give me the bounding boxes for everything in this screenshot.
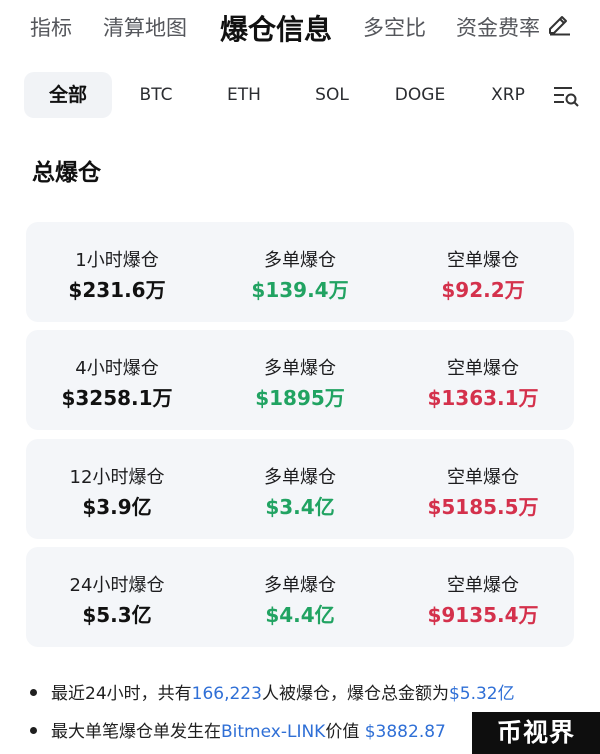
summary-line-24h: 最近24小时，共有166,223人被爆仓，爆仓总金额为$5.32亿 [30, 679, 515, 704]
short-value: $92.2万 [441, 278, 525, 302]
short-label: 空单爆仓 [447, 250, 519, 271]
long-label: 多单爆仓 [264, 467, 336, 488]
short-value: $5185.5万 [427, 495, 539, 519]
largest-value: $3882.87 [364, 722, 446, 742]
coin-tab-eth[interactable]: ETH [212, 72, 276, 118]
short-label: 空单爆仓 [447, 358, 519, 379]
tab-funding-rate[interactable]: 资金费率 [456, 12, 540, 42]
long-label: 多单爆仓 [264, 358, 336, 379]
summary-middle: 人被爆仓，爆仓总金额为 [261, 684, 449, 704]
largest-middle: 价值 [325, 722, 365, 742]
top-tab-bar: 指标 清算地图 爆仓信息 多空比 资金费率 [0, 0, 600, 58]
short-label: 空单爆仓 [447, 467, 519, 488]
coin-filter-bar: 全部 BTC ETH SOL DOGE XRP [0, 72, 600, 120]
long-value: $3.4亿 [265, 495, 335, 519]
liquidated-count: 166,223 [191, 684, 262, 704]
section-title: 总爆仓 [32, 160, 101, 186]
long-label: 多单爆仓 [264, 575, 336, 596]
largest-exchange-link[interactable]: Bitmex-LINK [221, 722, 325, 742]
short-label: 空单爆仓 [447, 575, 519, 596]
tab-indicators[interactable]: 指标 [30, 12, 72, 42]
period-label: 24小时爆仓 [69, 575, 165, 596]
filter-search-icon[interactable] [552, 84, 580, 112]
total-value: $3258.1万 [61, 386, 173, 410]
total-amount: $5.32亿 [448, 684, 515, 704]
summary-prefix: 最近24小时，共有 [51, 684, 192, 704]
period-label: 12小时爆仓 [69, 467, 165, 488]
period-label: 1小时爆仓 [75, 250, 159, 271]
long-label: 多单爆仓 [264, 250, 336, 271]
bullet-dot [30, 726, 37, 734]
coin-tab-btc[interactable]: BTC [124, 72, 188, 118]
liquidation-card-12h: 12小时爆仓 $3.9亿 多单爆仓 $3.4亿 空单爆仓 $5185.5万 [26, 439, 574, 539]
tab-liquidation-map[interactable]: 清算地图 [103, 12, 187, 42]
total-value: $3.9亿 [82, 495, 152, 519]
short-value: $9135.4万 [427, 603, 539, 627]
tab-liquidation-info[interactable]: 爆仓信息 [220, 8, 332, 48]
short-value: $1363.1万 [427, 386, 539, 410]
coin-tab-doge[interactable]: DOGE [384, 72, 456, 118]
liquidation-card-4h: 4小时爆仓 $3258.1万 多单爆仓 $1895万 空单爆仓 $1363.1万 [26, 330, 574, 430]
tab-long-short-ratio[interactable]: 多空比 [363, 12, 426, 42]
liquidation-card-24h: 24小时爆仓 $5.3亿 多单爆仓 $4.4亿 空单爆仓 $9135.4万 [26, 547, 574, 647]
largest-prefix: 最大单笔爆仓单发生在 [51, 722, 221, 742]
coin-tab-all[interactable]: 全部 [24, 72, 112, 118]
total-value: $5.3亿 [82, 603, 152, 627]
period-label: 4小时爆仓 [75, 358, 159, 379]
long-value: $1895万 [255, 386, 345, 410]
long-value: $139.4万 [251, 278, 349, 302]
liquidation-card-1h: 1小时爆仓 $231.6万 多单爆仓 $139.4万 空单爆仓 $92.2万 [26, 222, 574, 322]
coin-tab-sol[interactable]: SOL [302, 72, 362, 118]
edit-icon[interactable] [540, 6, 600, 46]
bullet-dot [30, 688, 37, 696]
watermark-logo: 币视界 [472, 712, 600, 754]
coin-tab-xrp[interactable]: XRP [478, 72, 538, 118]
long-value: $4.4亿 [265, 603, 335, 627]
summary-line-largest: 最大单笔爆仓单发生在Bitmex-LINK价值 $3882.87 [30, 717, 446, 742]
total-value: $231.6万 [68, 278, 166, 302]
